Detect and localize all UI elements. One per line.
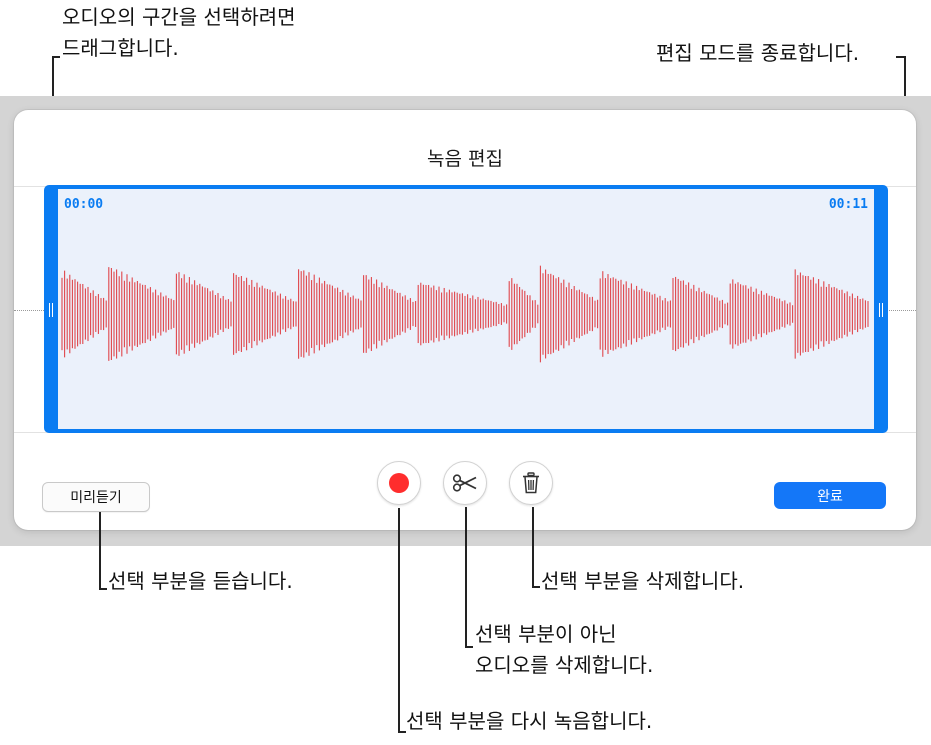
leader-preview-h [99, 588, 107, 590]
edit-recording-panel: 녹음 편집 00:00 00:11 미리듣기 완료 [14, 110, 916, 530]
callout-trim: 선택 부분이 아닌 오디오를 삭제합니다. [475, 619, 653, 681]
callout-select-drag-line2: 드래그합니다. [62, 36, 179, 60]
preview-button[interactable]: 미리듣기 [42, 482, 150, 512]
callout-delete: 선택 부분을 삭제합니다. [541, 569, 745, 593]
leader-trim-v [465, 507, 467, 648]
trash-icon [523, 472, 539, 494]
callout-select-drag: 오디오의 구간을 선택하려면 드래그합니다. [62, 2, 296, 64]
callout-exit-edit: 편집 모드를 종료합니다. [656, 41, 860, 65]
callout-trim-line1: 선택 부분이 아닌 [475, 622, 617, 646]
leader-rerecord-v [398, 508, 400, 733]
leader-preview-v [99, 512, 101, 590]
selection-start-time: 00:00 [64, 197, 104, 212]
leader-rerecord-h [398, 731, 406, 733]
record-button[interactable] [377, 461, 421, 505]
waveform-area[interactable]: 00:00 00:11 [58, 189, 874, 429]
delete-button[interactable] [509, 461, 553, 505]
leader-trim-h [465, 646, 473, 648]
panel-title: 녹음 편집 [427, 148, 503, 170]
callout-select-drag-line1: 오디오의 구간을 선택하려면 [62, 5, 296, 29]
selection-end-time: 00:11 [828, 197, 868, 212]
scissors-icon [452, 474, 477, 492]
leader-delete-v [532, 507, 534, 588]
callout-trim-line2: 오디오를 삭제합니다. [475, 653, 654, 677]
record-icon [389, 473, 409, 493]
selection-range[interactable]: 00:00 00:11 [44, 185, 888, 433]
selection-right-handle[interactable] [879, 303, 883, 317]
done-button[interactable]: 완료 [774, 482, 886, 509]
callout-preview: 선택 부분을 듣습니다. [108, 569, 293, 593]
waveform [61, 265, 869, 363]
leader-delete-h [532, 586, 540, 588]
trim-button[interactable] [443, 461, 487, 505]
selection-left-handle[interactable] [49, 303, 53, 317]
callout-rerecord: 선택 부분을 다시 녹음합니다. [406, 709, 653, 733]
